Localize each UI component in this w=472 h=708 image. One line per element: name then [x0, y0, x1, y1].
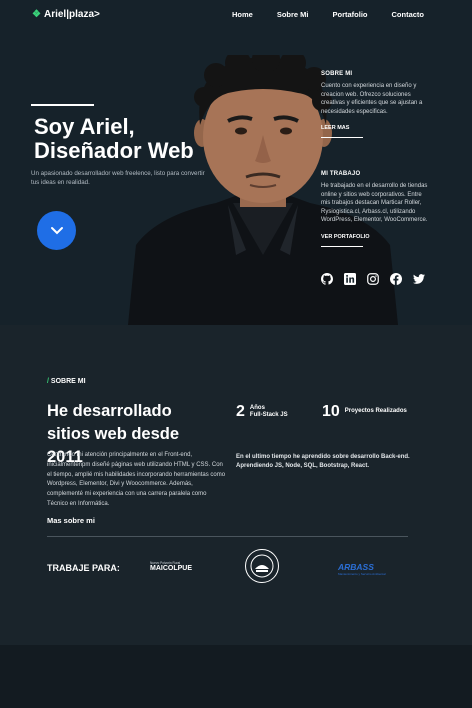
about-text: Centrando mi atención principalmente en …	[47, 452, 226, 507]
main-nav: Home Sobre Mi Portafolio Contacto	[232, 10, 424, 19]
seal-emblem-icon	[250, 554, 274, 578]
worked-for-label: TRABAJE PARA:	[47, 563, 120, 573]
side-about-text: Cuento con experiencia en diseño y creac…	[321, 83, 423, 115]
backend-text: En el ultimo tiempo he aprendido sobre d…	[236, 454, 410, 469]
nav-sobre-mi[interactable]: Sobre Mi	[277, 10, 309, 19]
view-portfolio-underline	[321, 245, 363, 247]
logo-text: Ariel|plaza>	[43, 9, 100, 20]
facebook-icon[interactable]	[389, 272, 402, 285]
about-label: / SOBRE MI	[47, 378, 86, 385]
stat-projects: 10 Proyectos Realizados	[322, 403, 407, 421]
hero-subtitle: Un apasionado desarrollador web freelenc…	[31, 170, 205, 186]
twitter-icon[interactable]	[412, 272, 425, 285]
side-about-heading: SOBRE MI	[321, 71, 353, 77]
about-label-text: SOBRE MI	[50, 378, 86, 385]
stat-years-label-line1: Años	[249, 404, 265, 411]
stat-years: 2 Años Full-Stack JS	[236, 403, 288, 421]
more-about-link[interactable]: Mas sobre mi	[47, 516, 95, 525]
side-work: MI TRABAJO He trabajado en el desarrollo…	[321, 171, 431, 247]
side-about: SOBRE MI Cuento con experiencia en diseñ…	[321, 71, 431, 138]
scroll-down-button[interactable]	[37, 211, 76, 250]
chevron-down-icon	[50, 226, 63, 234]
hero-title-line1: Soy Ariel,	[34, 114, 135, 139]
linkedin-icon[interactable]	[343, 272, 356, 285]
logo-mark-icon: ❖	[32, 9, 41, 20]
side-work-heading: MI TRABAJO	[321, 171, 361, 177]
site-logo[interactable]: ❖ Ariel|plaza>	[32, 9, 100, 20]
stat-projects-label: Proyectos Realizados	[344, 408, 407, 415]
section-divider	[47, 536, 408, 537]
nav-home[interactable]: Home	[232, 10, 253, 19]
read-more-link[interactable]: LEER MAS	[321, 125, 349, 131]
nav-portafolio[interactable]: Portafolio	[333, 10, 368, 19]
hero-title-line2: Diseñador Web	[34, 138, 194, 163]
view-portfolio-link[interactable]: VER PORTAFOLIO	[321, 234, 369, 240]
stat-projects-number: 10	[322, 403, 340, 420]
about-label-slash: /	[47, 378, 49, 385]
about-section: / SOBRE MI He desarrollado sitios web de…	[0, 325, 472, 645]
footer-band	[0, 645, 472, 708]
github-icon[interactable]	[320, 272, 333, 285]
nav-contacto[interactable]: Contacto	[392, 10, 425, 19]
hero-accent-line	[31, 104, 94, 106]
social-links	[320, 272, 425, 285]
stat-years-label-line2: Full-Stack JS	[249, 412, 288, 418]
read-more-underline	[321, 137, 363, 138]
client-logo-arbass-big: ARBASS	[338, 562, 374, 572]
stat-years-number: 2	[236, 403, 245, 420]
client-logo-arbass-small: Mantenimiento y Servicio Ambiental	[338, 572, 386, 576]
stat-years-label: Años Full-Stack JS	[250, 405, 288, 420]
instagram-icon[interactable]	[366, 272, 379, 285]
client-logo-seal	[245, 549, 279, 583]
client-logo-arbass: ARBASS Mantenimiento y Servicio Ambienta…	[338, 562, 386, 576]
hero-section: ❖ Ariel|plaza> Home Sobre Mi Portafolio …	[0, 0, 472, 325]
hero-title: Soy Ariel, Diseñador Web	[34, 115, 194, 163]
client-logo-maicolpue-big: MAICOLPUE	[150, 565, 192, 572]
client-logo-maicolpue: Nuevo Polvorin Rural MAICOLPUE	[150, 561, 192, 572]
side-work-text: He trabajado en el desarrollo de tiendas…	[321, 183, 428, 223]
